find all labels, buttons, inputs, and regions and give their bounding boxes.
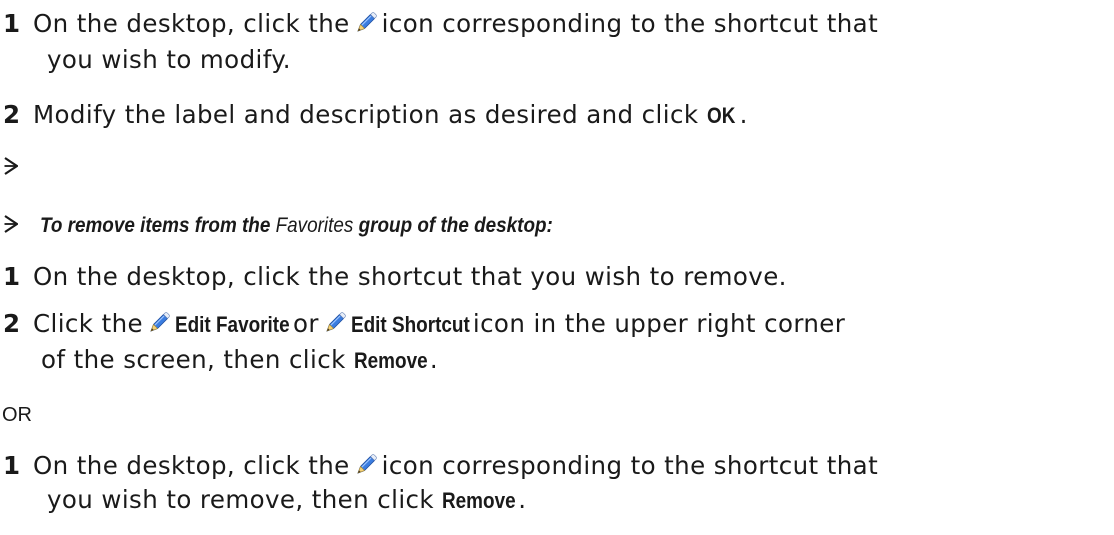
step-text: Click the xyxy=(33,309,143,338)
heading-part-3: group of the desktop: xyxy=(358,214,553,237)
procedure-heading: To remove items from the Favorites group… xyxy=(0,211,610,241)
edit-favorite-label: Edit Favorite xyxy=(174,312,290,337)
step-text: . xyxy=(518,485,527,514)
step-number: 1 xyxy=(3,262,21,291)
pencil-icon xyxy=(354,11,378,35)
or-separator: OR xyxy=(2,404,32,426)
step-2-modify: 2 Modify the label and description as des… xyxy=(0,100,748,131)
step-number: 2 xyxy=(3,100,21,129)
edit-shortcut-label: Edit Shortcut xyxy=(350,312,470,337)
pencil-icon xyxy=(323,311,347,335)
step-1-remove: 1 On the desktop, click the shortcut that… xyxy=(0,262,787,292)
step-text: of the screen, then click xyxy=(41,345,346,374)
arrow-bullet-icon xyxy=(4,214,18,234)
remove-label: Remove xyxy=(442,488,516,513)
step-1-remove-alt: 1 On the desktop, click the icon correspon… xyxy=(0,451,878,481)
pencil-icon xyxy=(147,311,171,335)
step-continuation: you wish to remove, then click Remove. xyxy=(47,485,526,516)
step-text: icon corresponding to the shortcut that xyxy=(381,451,879,480)
step-1-modify: 1 On the desktop, click the icon correspon… xyxy=(0,9,878,39)
step-text: On the desktop, click the xyxy=(33,451,350,480)
step-text: you wish to remove, then click xyxy=(47,485,434,514)
remove-label: Remove xyxy=(353,348,428,373)
step-text: Modify the label and description as desi… xyxy=(33,100,699,129)
step-continuation: you wish to modify. xyxy=(47,45,291,74)
step-text: or xyxy=(292,309,319,338)
step-number: 1 xyxy=(3,9,21,38)
step-text: icon in the upper right corner xyxy=(472,309,846,338)
step-continuation: of the screen, then click Remove. xyxy=(41,345,438,376)
step-text: On the desktop, click the xyxy=(33,9,350,38)
ok-label: OK xyxy=(706,103,736,128)
step-number: 1 xyxy=(3,451,21,480)
arrow-bullet-icon xyxy=(4,156,18,176)
step-text: . xyxy=(429,345,439,374)
step-text: icon corresponding to the shortcut that xyxy=(381,9,879,38)
pencil-icon xyxy=(354,453,378,477)
heading-part-1: To remove items from the xyxy=(40,214,271,237)
step-text: . xyxy=(739,100,748,129)
heading-part-2: Favorites xyxy=(275,214,354,237)
step-text: On the desktop, click the shortcut that … xyxy=(33,262,787,291)
step-2-remove: 2 Click the Edit Favorite or Edit Shortcut ic… xyxy=(0,309,845,340)
empty-bullet xyxy=(0,153,18,183)
step-number: 2 xyxy=(3,309,21,338)
